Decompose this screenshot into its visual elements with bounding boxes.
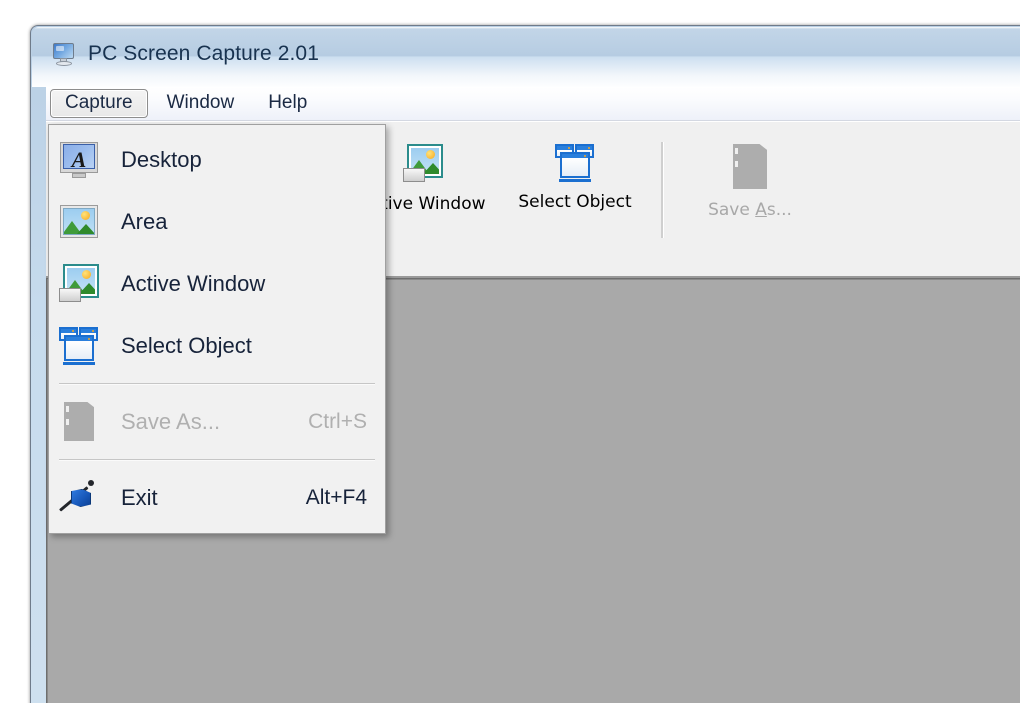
toolbar-separator — [661, 142, 664, 238]
select-object-icon — [59, 327, 99, 365]
menu-bar: Capture Window Help — [46, 87, 1020, 121]
title-bar-highlight — [32, 27, 1020, 29]
menu-item-active-window-label: Active Window — [121, 271, 265, 297]
save-as-icon — [731, 144, 769, 190]
menu-item-save-as[interactable]: Save As... Ctrl+S — [49, 391, 385, 453]
save-as-icon — [62, 402, 96, 442]
exit-flag-icon — [59, 479, 99, 517]
select-object-icon-wrap — [57, 327, 101, 365]
toolbar-save-as-label: Save As... — [708, 200, 792, 220]
area-photo-icon — [60, 203, 98, 241]
title-bar: PC Screen Capture 2.01 — [32, 27, 1020, 87]
menu-item-exit-shortcut: Alt+F4 — [306, 486, 367, 510]
save-as-text-part2: s... — [767, 200, 792, 220]
save-as-accesskey: A — [755, 200, 767, 220]
screenshot-root: PC Screen Capture 2.01 Capture Window He… — [0, 0, 1020, 703]
toolbar-select-object-button[interactable]: Select Object — [499, 126, 651, 212]
menu-window[interactable]: Window — [152, 89, 250, 118]
menu-help[interactable]: Help — [253, 89, 322, 118]
menu-item-active-window[interactable]: Active Window — [49, 253, 385, 315]
menu-separator-2 — [59, 459, 375, 461]
exit-icon-wrap — [57, 479, 101, 517]
menu-item-area[interactable]: Area — [49, 191, 385, 253]
toolbar-save-as-button[interactable]: Save As... — [674, 126, 826, 220]
menu-item-select-object-label: Select Object — [121, 333, 252, 359]
menu-capture[interactable]: Capture — [50, 89, 148, 118]
area-icon-wrap — [57, 203, 101, 241]
menu-item-save-as-label: Save As... — [121, 409, 220, 435]
title-row: PC Screen Capture 2.01 — [52, 41, 319, 67]
menu-item-select-object[interactable]: Select Object — [49, 315, 385, 377]
desktop-icon: A — [60, 141, 98, 179]
desktop-icon-wrap: A — [57, 141, 101, 179]
active-window-icon — [59, 264, 99, 304]
menu-item-desktop[interactable]: A Desktop — [49, 129, 385, 191]
capture-dropdown-menu: A Desktop Area — [48, 124, 386, 534]
active-window-icon — [403, 144, 443, 184]
menu-item-desktop-label: Desktop — [121, 147, 202, 173]
save-as-text-part1: Save — [708, 200, 755, 220]
window-title: PC Screen Capture 2.01 — [88, 42, 319, 66]
menu-separator-1 — [59, 383, 375, 385]
active-window-icon-wrap — [57, 264, 101, 304]
menu-item-exit[interactable]: Exit Alt+F4 — [49, 467, 385, 529]
save-as-icon-wrap — [57, 402, 101, 442]
menu-item-save-as-shortcut: Ctrl+S — [308, 410, 367, 434]
select-object-icon — [555, 144, 595, 182]
monitor-icon — [52, 41, 78, 67]
toolbar-select-object-label: Select Object — [518, 192, 631, 212]
menu-item-area-label: Area — [121, 209, 167, 235]
menu-item-exit-label: Exit — [121, 485, 158, 511]
